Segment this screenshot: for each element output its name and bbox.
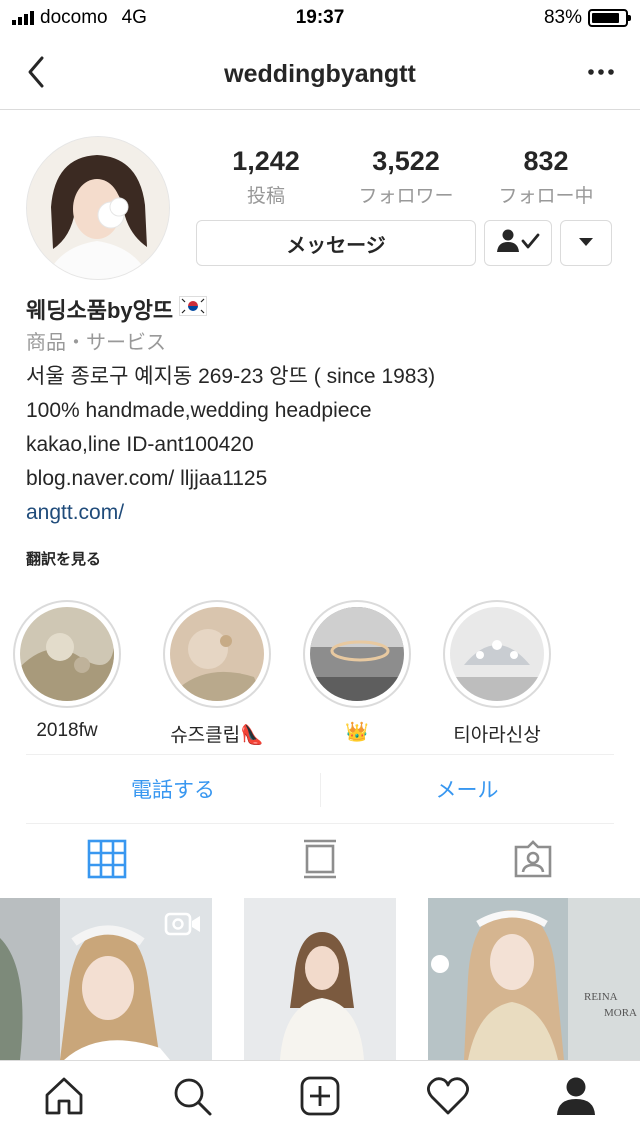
posts-label: 投稿 bbox=[246, 186, 285, 207]
status-right: 83% bbox=[543, 7, 631, 29]
video-icon bbox=[164, 910, 202, 938]
highlight-item[interactable]: 티아라신상 bbox=[442, 600, 552, 747]
new-post-icon bbox=[299, 1075, 341, 1122]
email-button[interactable]: メール bbox=[320, 755, 614, 823]
bio-line: kakao,line ID-ant100420 bbox=[26, 433, 254, 456]
bio-line: blog.naver.com/ lljjaa1125 bbox=[26, 467, 268, 490]
followers-count: 3,522 bbox=[372, 146, 440, 176]
contact-bar: 電話する メール bbox=[26, 754, 614, 824]
caret-down-icon bbox=[578, 234, 594, 252]
highlight-thumbnail bbox=[450, 607, 544, 701]
tagged-icon bbox=[513, 839, 553, 884]
post-thumbnail[interactable] bbox=[214, 898, 426, 1060]
post-grid: REINA MORA bbox=[0, 898, 640, 1060]
display-name-row: 웨딩소품by앙뜨 bbox=[26, 292, 616, 326]
profile-username: weddingbyangtt bbox=[224, 60, 416, 88]
following-count: 832 bbox=[523, 146, 569, 176]
svg-text:MORA: MORA bbox=[604, 1007, 637, 1019]
translate-link[interactable]: 翻訳を見る bbox=[26, 548, 616, 569]
message-button[interactable]: メッセージ bbox=[196, 220, 476, 266]
nav-new-post[interactable] bbox=[256, 1061, 384, 1136]
following-check-icon bbox=[496, 228, 540, 259]
nav-home[interactable] bbox=[0, 1061, 128, 1136]
stat-posts[interactable]: 1,242 投稿 bbox=[196, 146, 336, 208]
bio-line: 100% handmade,wedding headpiece bbox=[26, 399, 372, 422]
highlight-thumbnail bbox=[20, 607, 114, 701]
highlight-label: 슈즈클립👠 bbox=[170, 725, 264, 746]
profile-icon bbox=[555, 1075, 597, 1122]
top-nav: weddingbyangtt bbox=[0, 38, 640, 110]
profile-avatar[interactable] bbox=[26, 136, 170, 280]
activity-heart-icon bbox=[426, 1076, 470, 1121]
display-name: 웨딩소품by앙뜨 bbox=[26, 298, 174, 323]
tab-tagged[interactable] bbox=[427, 826, 640, 896]
highlight-label: 👑 bbox=[345, 722, 369, 743]
nav-search[interactable] bbox=[128, 1061, 256, 1136]
search-icon bbox=[171, 1075, 213, 1122]
tab-feed[interactable] bbox=[213, 826, 426, 896]
home-icon bbox=[43, 1075, 85, 1122]
grid-icon bbox=[87, 839, 127, 884]
stat-following[interactable]: 832 フォロー中 bbox=[476, 146, 616, 208]
post-thumbnail[interactable]: REINA MORA bbox=[428, 898, 640, 1060]
following-button[interactable] bbox=[484, 220, 552, 266]
bio-line: 서울 종로구 예지동 269-23 앙뜨 ( since 1983) bbox=[26, 365, 436, 388]
korea-flag-icon bbox=[179, 296, 208, 322]
more-dots-icon[interactable] bbox=[586, 60, 616, 84]
highlight-item[interactable]: 슈즈클립👠 bbox=[162, 600, 272, 747]
profile-stats: 1,242 投稿 3,522 フォロワー 832 フォロー中 bbox=[196, 146, 616, 208]
nav-activity[interactable] bbox=[384, 1061, 512, 1136]
status-bar: docomo 4G 19:37 83% bbox=[0, 0, 640, 38]
post-overlay-text: REINA bbox=[584, 991, 618, 1003]
battery-icon bbox=[588, 9, 631, 27]
feed-icon bbox=[303, 839, 337, 884]
contact-divider bbox=[320, 773, 321, 807]
posts-count: 1,242 bbox=[232, 146, 300, 176]
website-link[interactable]: angtt.com/ bbox=[26, 496, 616, 530]
highlight-item[interactable]: 👑 bbox=[302, 600, 412, 744]
profile-tabs bbox=[0, 826, 640, 896]
suggestions-dropdown-button[interactable] bbox=[560, 220, 612, 266]
story-highlights: 2018fw 슈즈클립👠 👑 티아라신상 bbox=[0, 600, 640, 750]
highlight-label: 2018fw bbox=[36, 720, 98, 741]
following-label: フォロー中 bbox=[498, 186, 594, 207]
followers-label: フォロワー bbox=[358, 186, 454, 207]
highlight-thumbnail bbox=[310, 607, 404, 701]
bottom-nav bbox=[0, 1060, 640, 1136]
highlight-item[interactable]: 2018fw bbox=[12, 600, 122, 742]
battery-percent: 83% bbox=[543, 7, 582, 28]
highlight-label: 티아라신상 bbox=[453, 725, 541, 746]
profile-bio: 웨딩소품by앙뜨 商品・サービス 서울 종로구 예지동 269-23 앙뜨 ( … bbox=[26, 292, 616, 569]
tab-grid[interactable] bbox=[0, 826, 213, 896]
stat-followers[interactable]: 3,522 フォロワー bbox=[336, 146, 476, 208]
highlight-thumbnail bbox=[170, 607, 264, 701]
call-button[interactable]: 電話する bbox=[26, 755, 320, 823]
nav-profile[interactable] bbox=[512, 1061, 640, 1136]
business-category: 商品・サービス bbox=[26, 332, 166, 354]
